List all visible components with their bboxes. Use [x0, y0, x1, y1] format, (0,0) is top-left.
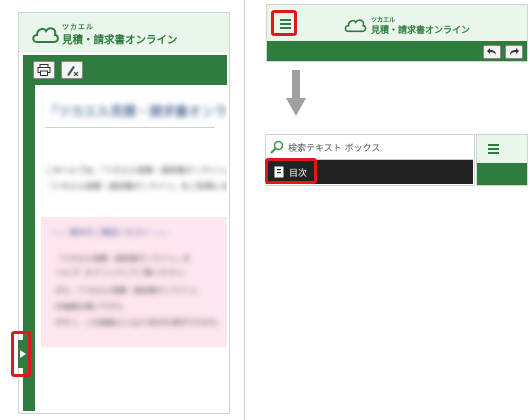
toc-tab-label[interactable]: 目次 [289, 166, 307, 179]
notice-line: ヘルプ）をクリックしてご覧ください。 [55, 268, 190, 277]
back-arrow-icon [487, 48, 496, 55]
print-button[interactable] [33, 61, 55, 79]
cloud-logo-icon [32, 27, 59, 43]
logo-product-name: 見積・請求書オンライン [62, 34, 178, 46]
notice-line: ボタン、この画面に(→)より目次を表示できます。 [55, 318, 224, 327]
hamburger-menu-icon[interactable] [488, 144, 499, 154]
notice-line: 「ツカエル見積・請求書オンライン」の [55, 254, 190, 263]
print-icon [37, 64, 51, 76]
annotate-button[interactable] [61, 61, 83, 79]
notice-line: また、「ツカエル見積・請求書オンライン」 [55, 286, 202, 295]
header-bar: ツカエル 見積・請求書オンライン [19, 13, 229, 53]
toc-tab-highlight[interactable]: 目次 [265, 158, 317, 184]
forward-button[interactable] [505, 45, 523, 59]
content-frame: 「ツカエル見積・請求書オンライン」 このヘルプは、「ツカエル見積・請求書オンライ… [23, 55, 227, 411]
doc-paragraph-2: 「ツカエル見積・請求書オンライン」をご利用になる前にお読みください。 [45, 182, 227, 191]
logo-product-name: 見積・請求書オンライン [371, 26, 471, 36]
side-toolbar-strip [477, 163, 527, 185]
side-header [476, 134, 528, 186]
expand-toc-button-highlight[interactable] [11, 331, 31, 377]
annotate-icon [67, 66, 79, 76]
doc-paragraph-1: このヘルプは、「ツカエル見積・請求書オンライン」の操作方法を説明しています。 [45, 166, 227, 175]
panel-divider [244, 0, 245, 420]
expand-toc-button[interactable] [18, 340, 27, 368]
side-header-top [477, 135, 527, 163]
help-window-left: ツカエル 見積・請求書オンライン 「ツカエル見積・請求書オンライン」 このヘルプ… [18, 12, 230, 414]
cloud-logo-icon [344, 19, 367, 33]
back-button[interactable] [483, 45, 501, 59]
search-icon [270, 140, 284, 154]
document-area: 「ツカエル見積・請求書オンライン」 このヘルプは、「ツカエル見積・請求書オンライ… [35, 85, 227, 411]
forward-arrow-icon [510, 48, 519, 55]
doc-divider [45, 127, 215, 128]
down-arrow-icon [286, 70, 306, 116]
notice-box: ―― 基本をご確認ください ―― 「ツカエル見積・請求書オンライン」の ヘルプ）… [41, 217, 227, 347]
doc-title: 「ツカエル見積・請求書オンライン」 [45, 105, 227, 120]
notice-title: ―― 基本をご確認ください ―― [51, 228, 169, 237]
search-input[interactable]: 検索テキスト ボックス [288, 141, 380, 154]
help-window-top: ツカエル 見積・請求書オンライン [266, 4, 528, 62]
hamburger-menu-highlight[interactable] [271, 10, 297, 36]
notice-line: の画面を開いてから、 [55, 302, 130, 311]
logo-kana: ツカエル [62, 23, 94, 31]
search-box[interactable]: 検索テキスト ボックス [266, 135, 473, 160]
toc-book-icon [274, 166, 284, 178]
expand-arrow-icon [20, 350, 26, 358]
hamburger-menu-icon[interactable] [280, 19, 291, 29]
